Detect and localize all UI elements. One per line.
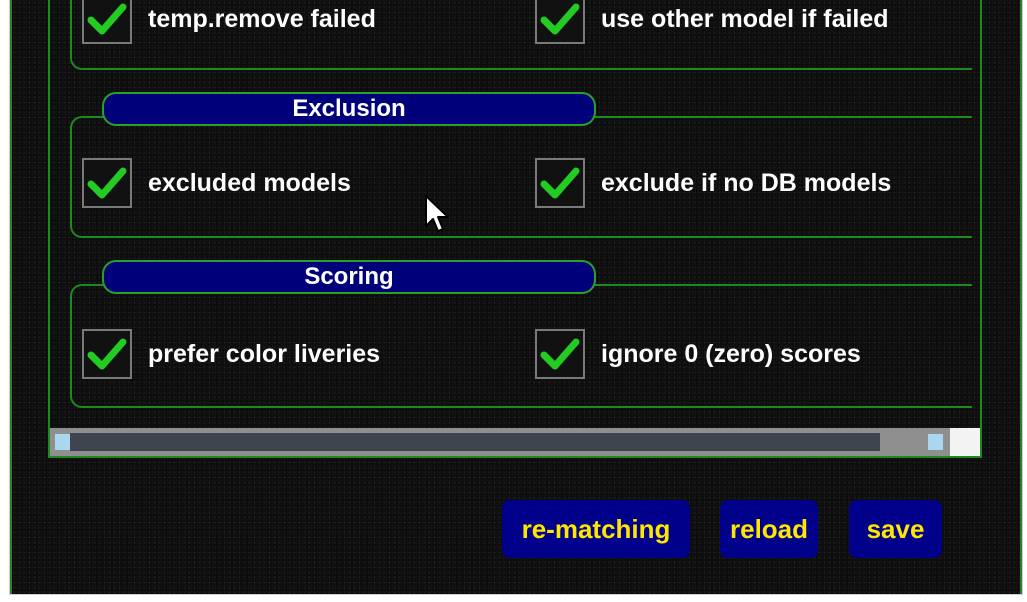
group-exclusion: Exclusion excluded models exclude if no …	[70, 92, 972, 238]
checkbox-excluded-models[interactable]	[82, 158, 132, 208]
checkbox-exclude-no-db[interactable]	[535, 158, 585, 208]
exclusion-legend: Exclusion	[102, 92, 596, 126]
option-temp-remove-failed[interactable]: temp.remove failed	[82, 0, 376, 44]
settings-window: temp.remove failed use other model if fa…	[10, 0, 1022, 594]
save-button[interactable]: save	[849, 500, 942, 558]
scroll-left-button[interactable]	[55, 434, 70, 450]
label-excluded-models: excluded models	[148, 168, 351, 197]
checkbox-temp-remove-failed[interactable]	[82, 0, 132, 44]
checkmark-icon	[540, 338, 580, 370]
group-scoring: Scoring prefer color liveries ignore 0 (…	[70, 260, 972, 408]
checkmark-icon	[87, 167, 127, 199]
label-temp-remove-failed: temp.remove failed	[148, 4, 376, 33]
options-scroll-area[interactable]: temp.remove failed use other model if fa…	[48, 0, 982, 458]
checkmark-icon	[540, 3, 580, 35]
option-exclude-no-db[interactable]: exclude if no DB models	[535, 158, 891, 208]
horizontal-scroll-thumb[interactable]	[70, 433, 880, 451]
checkbox-prefer-color-liveries[interactable]	[82, 329, 132, 379]
checkbox-ignore-zero-scores[interactable]	[535, 329, 585, 379]
option-ignore-zero-scores[interactable]: ignore 0 (zero) scores	[535, 329, 861, 379]
scrollbar-corner	[950, 428, 980, 456]
label-use-other-model: use other model if failed	[601, 4, 889, 33]
label-prefer-color-liveries: prefer color liveries	[148, 339, 381, 368]
reload-button[interactable]: reload	[720, 500, 818, 558]
mouse-cursor-icon	[425, 195, 449, 232]
option-use-other-model[interactable]: use other model if failed	[535, 0, 889, 44]
rematching-button[interactable]: re-matching	[502, 500, 690, 558]
checkmark-icon	[87, 3, 127, 35]
scoring-legend: Scoring	[102, 260, 596, 294]
scroll-right-button[interactable]	[928, 434, 943, 450]
group-failure-handling: temp.remove failed use other model if fa…	[70, 0, 972, 70]
option-prefer-color-liveries[interactable]: prefer color liveries	[82, 329, 380, 379]
checkmark-icon	[540, 167, 580, 199]
checkmark-icon	[87, 338, 127, 370]
horizontal-scrollbar[interactable]	[50, 428, 950, 456]
option-excluded-models[interactable]: excluded models	[82, 158, 351, 208]
label-exclude-no-db: exclude if no DB models	[601, 168, 892, 197]
checkbox-use-other-model[interactable]	[535, 0, 585, 44]
label-ignore-zero-scores: ignore 0 (zero) scores	[601, 339, 861, 368]
